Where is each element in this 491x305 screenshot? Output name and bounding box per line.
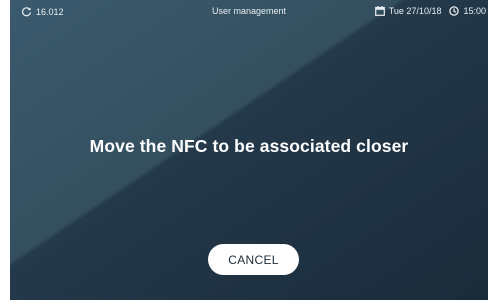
nfc-instruction-message: Move the NFC to be associated closer [89, 136, 409, 156]
status-right: Tue 27/10/18 15:00 [374, 6, 486, 16]
status-time: 15:00 [463, 6, 486, 16]
status-date: Tue 27/10/18 [388, 6, 442, 16]
clock-icon [449, 6, 460, 16]
calendar-icon [374, 6, 385, 16]
status-bar: 16.012 User management Tue 27/10/18 15:0… [10, 0, 488, 22]
nfc-association-screen: 16.012 User management Tue 27/10/18 15:0… [10, 0, 488, 300]
cancel-button[interactable]: CANCEL [208, 244, 299, 275]
